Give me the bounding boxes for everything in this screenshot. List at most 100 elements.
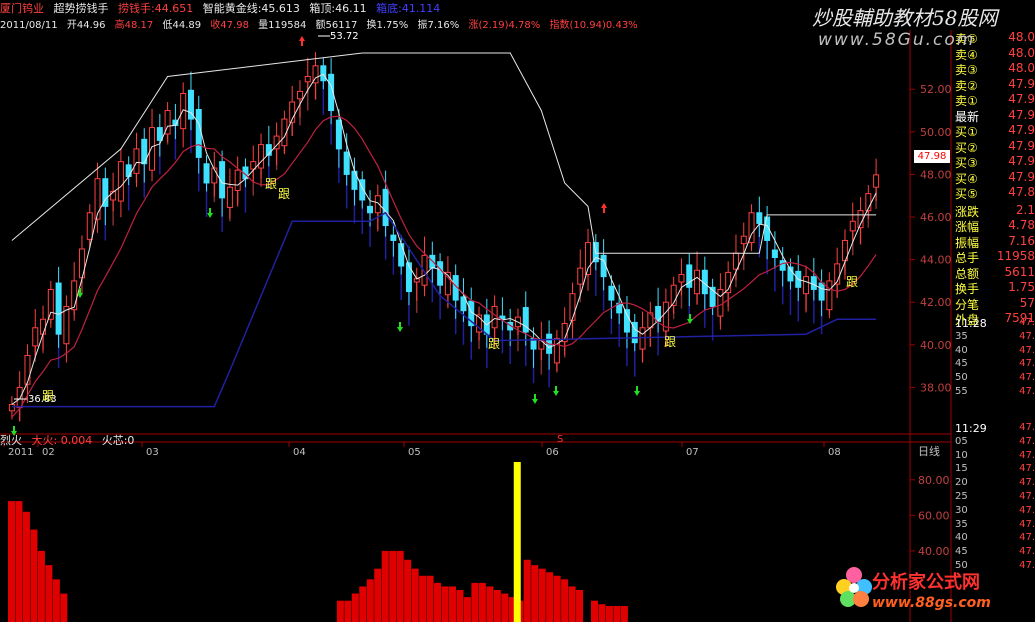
ticks-1129-tick-value: 47.: [1019, 449, 1035, 461]
quote-close: 收47.98: [210, 20, 249, 31]
lower-y-tick-label: 40.00: [918, 545, 950, 558]
candle-body: [47, 288, 54, 320]
stat-row-2: 振幅 7.16: [951, 234, 1035, 250]
ticks-1129-tick-value: 47.: [1019, 491, 1035, 502]
candle-body: [8, 403, 15, 412]
fire-bar: [374, 568, 382, 622]
stat-row-0: 涨跌 2.1: [951, 203, 1035, 219]
ask-row-2-label: 卖②: [955, 78, 978, 93]
ticks-1129-tick-label: 45: [955, 546, 968, 558]
bid-row-3-value: 47.9: [1008, 154, 1035, 168]
down-arrow-icon: [532, 394, 538, 404]
candle-body: [63, 305, 70, 345]
ticks-1128-tick-value: 47.: [1019, 372, 1035, 384]
candle-body: [849, 220, 856, 232]
candle-body: [32, 327, 39, 347]
ticks-1129-tick-row: 30 47.: [951, 505, 1035, 519]
lower-indicator-name[interactable]: 烈火: [0, 432, 22, 448]
chart-area[interactable]: 38.00 40.00 42.00 44.00 46.00 48.00 50.00 52.00…: [0, 30, 1035, 622]
stock-name[interactable]: 厦门钨业: [0, 0, 44, 16]
stat-row-2-value: 7.16: [1008, 233, 1035, 248]
x-tick-label: 05: [408, 447, 421, 458]
fire-bar: [411, 568, 419, 622]
ticks-1129-tick-label: 15: [955, 463, 968, 475]
ticks-1129-tick-value: 47.: [1019, 546, 1035, 558]
bid-row-1-value: 47.9: [1008, 123, 1035, 137]
stat-row-6-value: 57: [1019, 295, 1035, 310]
quote-volume: 量119584: [258, 20, 307, 31]
candle-body: [826, 280, 833, 311]
fire-bar: [52, 579, 60, 622]
fire-bar: [60, 593, 68, 622]
ticks-1128-tick-value: 47.: [1019, 358, 1035, 370]
ticks-1129-time: 11:29 47.: [951, 422, 1035, 436]
indicator-name[interactable]: 超势捞钱手: [54, 0, 109, 16]
quote-open: 开44.96: [66, 20, 106, 31]
sell-mark: S: [557, 434, 563, 445]
x-tick-label: 04: [293, 447, 306, 458]
candle-body: [771, 249, 778, 258]
ticks-1128-time-value: 47.: [1019, 317, 1035, 328]
ask-row-5-value: 48.0: [1008, 30, 1035, 44]
y-tick-label: 48.00: [920, 168, 952, 181]
y-tick-label: 50.00: [920, 126, 952, 139]
candle-body: [600, 254, 607, 278]
ask-row-3: 卖③ 48.0: [951, 61, 1035, 77]
candle-body: [40, 318, 47, 335]
y-tick-label: 40.00: [920, 339, 952, 352]
fire-bar: [366, 579, 374, 622]
fire-bar: [426, 575, 434, 622]
fire-bar: [45, 565, 53, 622]
candle-body: [296, 90, 303, 100]
y-tick-label: 44.00: [920, 254, 952, 267]
quote-amplitude: 振7.16%: [417, 20, 460, 31]
lower-indicator-header: 烈火 大火: 0.004 火芯:0: [0, 432, 140, 448]
candle-body: [491, 305, 498, 329]
candle-body: [55, 282, 62, 335]
candle-body: [343, 151, 350, 175]
stat-row-0-label: 涨跌: [955, 204, 980, 219]
bid-row-2-label: 买②: [955, 140, 978, 155]
fire-bar: [389, 550, 397, 622]
ticks-1128-time-label: 11:28: [955, 317, 987, 330]
bid-row-2: 买② 47.9: [951, 139, 1035, 155]
fire-bar: [381, 550, 389, 622]
fire-bar: [478, 582, 486, 622]
lower-dahuo-value: 大火: 0.004: [31, 434, 93, 447]
ticks-1129-tick-row: 45 47.: [951, 546, 1035, 560]
stat-row-5-value: 1.75: [1008, 280, 1035, 294]
fire-bar: [471, 582, 479, 622]
candle-body: [226, 186, 233, 208]
ticks-1128-time: 11:28 47.: [951, 317, 1035, 331]
candle-body: [818, 282, 825, 301]
ticks-1129-tick-value: 47.: [1019, 435, 1035, 447]
fire-bar: [359, 586, 367, 622]
fire-bar: [486, 586, 494, 622]
candle-body: [180, 93, 187, 130]
candle-body: [117, 161, 124, 202]
bid-row-5-value: 47.8: [1008, 185, 1035, 199]
down-arrow-icon: [634, 386, 640, 396]
candle-body: [335, 119, 342, 150]
candle-body: [639, 327, 646, 350]
ticks-1129-time-value: 47.: [1019, 422, 1035, 433]
fire-bar: [576, 590, 584, 622]
gen-label: 跟: [488, 337, 500, 351]
stat-row-4: 总额 5611: [951, 265, 1035, 281]
candle-body: [623, 309, 630, 333]
watermark-bottom-url: www.88gs.com: [872, 595, 991, 611]
fire-bar: [561, 579, 569, 622]
fire-bar: [463, 597, 471, 622]
candle-body: [437, 261, 444, 286]
xiang-ding-value: 箱顶:46.11: [309, 2, 367, 15]
chart-canvas[interactable]: 38.00 40.00 42.00 44.00 46.00 48.00 50.00 52.00…: [0, 30, 1035, 622]
ticks-1129-tick-value: 47.: [1019, 504, 1035, 516]
down-arrow-icon: [207, 208, 213, 218]
y-tick-label: 52.00: [920, 83, 952, 96]
fire-bar: [344, 600, 352, 622]
fire-bar: [30, 529, 38, 622]
gen-label: 跟: [664, 335, 676, 349]
ticks-1128-tick-row: 50 47.: [951, 372, 1035, 386]
fire-bar: [448, 586, 456, 622]
quote-turnover: 换1.75%: [366, 20, 409, 31]
